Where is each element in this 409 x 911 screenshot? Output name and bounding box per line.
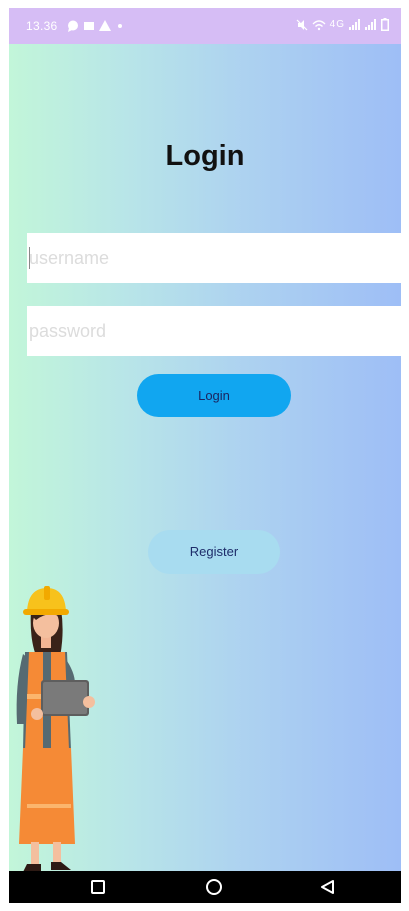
page-title: Login: [165, 140, 245, 172]
message-icon: [84, 22, 94, 30]
mute-icon: [296, 19, 308, 30]
phone-screen: 13.36 4G Login username Login Register: [9, 8, 401, 903]
chat-bubble-icon: [68, 20, 78, 32]
network-type-label: 4G: [329, 19, 345, 30]
signal-icon: [365, 19, 376, 30]
register-button[interactable]: Register: [148, 530, 280, 574]
login-screen: Login Login Register: [9, 44, 401, 872]
signal-icon: [349, 19, 360, 30]
alert-triangle-icon: [99, 20, 111, 31]
password-input[interactable]: [27, 306, 401, 356]
status-time: 13.36: [26, 19, 58, 33]
username-input[interactable]: [27, 233, 401, 283]
system-nav-bar: [9, 871, 401, 903]
dot-icon: [118, 24, 122, 28]
battery-icon: [381, 18, 389, 31]
back-icon[interactable]: [319, 878, 337, 896]
wifi-calling-icon: [312, 19, 326, 30]
construction-worker-illustration: [16, 586, 95, 872]
status-bar: 13.36 4G: [9, 8, 401, 44]
login-button[interactable]: Login: [137, 374, 291, 417]
recent-apps-icon[interactable]: [89, 878, 107, 896]
text-caret: [29, 247, 30, 269]
home-icon[interactable]: [205, 878, 223, 896]
status-right-indicators: 4G: [296, 18, 389, 31]
